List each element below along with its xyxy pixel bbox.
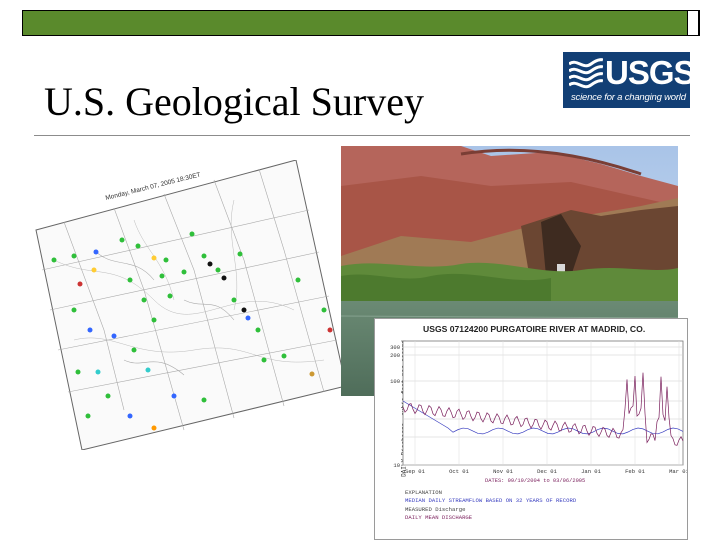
y-tick-label: 200 — [390, 352, 400, 359]
hydrograph-legend: EXPLANATION MEDIAN DAILY STREAMFLOW BASE… — [405, 489, 576, 523]
legend-median: MEDIAN DAILY STREAMFLOW BASED ON 32 YEAR… — [405, 497, 577, 505]
x-tick-label: Jan 01 — [581, 468, 602, 475]
y-tick-label: 300 — [390, 344, 400, 351]
x-tick-label: Sep 01 — [405, 468, 426, 475]
x-tick-label: Oct 01 — [449, 468, 470, 475]
x-tick-label: Dec 01 — [537, 468, 558, 475]
x-tick-label: Mar 01 — [669, 468, 687, 475]
usgs-wordmark: USGS — [605, 54, 696, 91]
legend-measured: MEASURED Discharge — [405, 505, 466, 513]
colorado-streamflow-map: Monday, March 07, 2005 18:30ET — [35, 160, 346, 450]
usgs-wave-icon — [569, 58, 603, 89]
usgs-tagline: science for a changing world — [571, 92, 686, 103]
usgs-logo: USGS science for a changing world — [563, 52, 696, 108]
accent-bar-box — [688, 11, 699, 35]
top-accent-bar — [22, 10, 700, 36]
slide-title: U.S. Geological Survey — [44, 79, 424, 124]
title-divider — [34, 135, 690, 136]
legend-daily-mean: DAILY MEAN DISCHARGE — [405, 514, 473, 522]
date-range-label: DATES: 09/19/2004 to 03/06/2005 — [485, 478, 585, 484]
hydrograph-panel: USGS 07124200 PURGATOIRE RIVER AT MADRID… — [374, 318, 688, 540]
x-tick-label: Feb 01 — [625, 468, 646, 475]
x-tick-label: Nov 01 — [493, 468, 514, 475]
y-tick-label: 10 — [393, 462, 400, 469]
y-tick-label: 100 — [390, 378, 400, 385]
accent-bar-green — [23, 11, 688, 35]
legend-heading: EXPLANATION — [405, 489, 442, 496]
